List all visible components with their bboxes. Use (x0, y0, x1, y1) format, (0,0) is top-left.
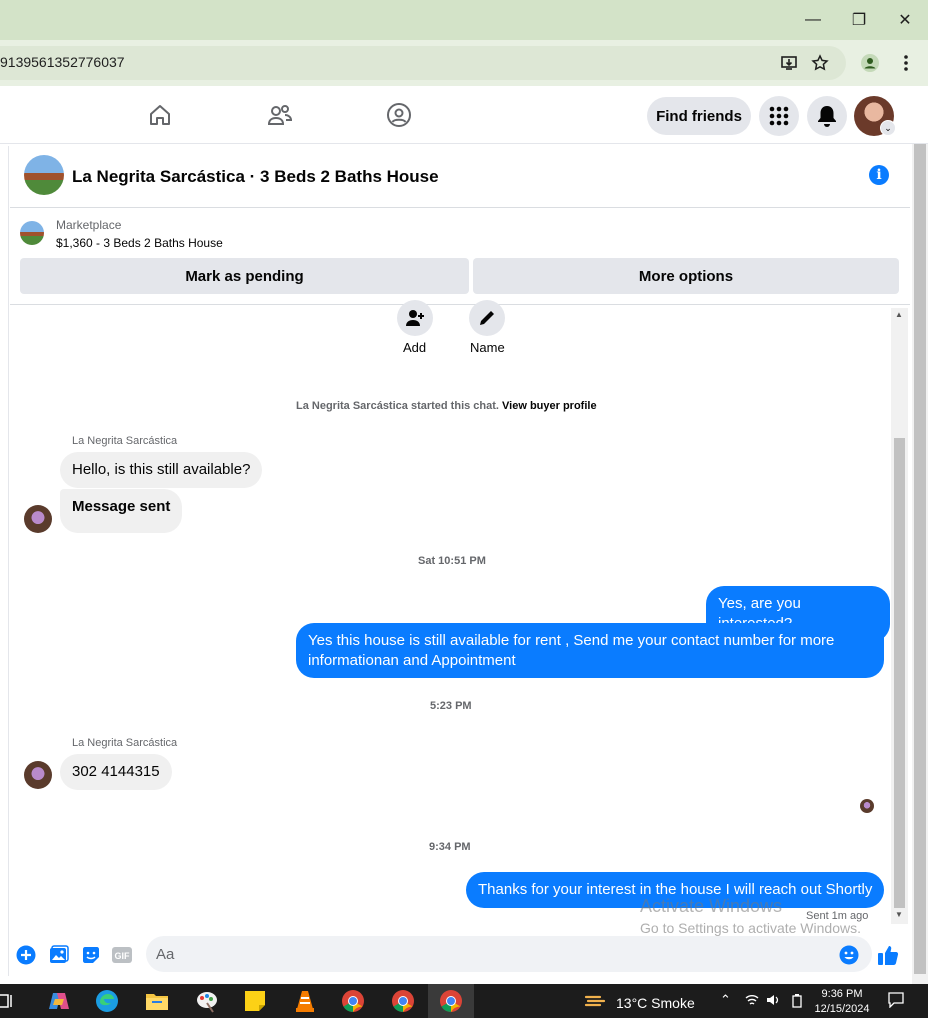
chrome-menu-icon[interactable] (893, 50, 919, 76)
weather-smoke-icon[interactable] (583, 988, 609, 1014)
copilot-icon[interactable] (46, 988, 72, 1014)
chat-title[interactable]: La Negrita Sarcástica · 3 Beds 2 Baths H… (72, 167, 439, 187)
windows-activation-watermark: Activate Windows (640, 896, 783, 916)
svg-text:GIF: GIF (115, 951, 131, 961)
browser-title-bar: — ❐ ✕ (0, 0, 928, 40)
file-explorer-icon[interactable] (144, 988, 170, 1014)
windows-taskbar: 13°C Smoke ⌃ 9:36 PM 12/15/2024 (0, 984, 928, 1018)
vlc-icon[interactable] (292, 988, 318, 1014)
chrome-profile-2-icon[interactable] (390, 988, 416, 1014)
add-label: Add (403, 340, 427, 355)
photo-attach-icon[interactable] (48, 944, 70, 966)
add-people-button[interactable] (397, 300, 433, 336)
close-window-button[interactable]: ✕ (890, 5, 920, 35)
timestamp: Sat 10:51 PM (418, 555, 486, 567)
clock-time: 9:36 PM (821, 988, 863, 1000)
notification-center-icon[interactable] (888, 992, 904, 1011)
sender-avatar[interactable] (24, 761, 52, 789)
message-scrollbar[interactable]: ▲ ▼ (891, 308, 908, 924)
browser-toolbar: 9139561352776037 (0, 40, 928, 86)
incoming-message[interactable]: 302 4144315 (60, 754, 172, 790)
thumbs-up-icon[interactable] (877, 944, 899, 966)
restore-button[interactable]: ❐ (844, 5, 874, 35)
restore-icon: ❐ (851, 12, 867, 29)
timestamp: 5:23 PM (430, 700, 472, 712)
marketplace-listing-strip: Marketplace $1,360 - 3 Beds 2 Baths Hous… (10, 209, 910, 305)
minimize-button[interactable]: — (798, 5, 828, 35)
edge-browser-icon[interactable] (94, 988, 120, 1014)
name-chat-button[interactable] (469, 300, 505, 336)
listing-small-thumbnail[interactable] (20, 221, 44, 245)
message-input[interactable] (146, 936, 872, 972)
groups-icon[interactable] (385, 101, 413, 129)
battery-icon[interactable] (791, 994, 803, 1011)
chevron-down-icon[interactable]: ⌄ (880, 120, 896, 136)
pencil-icon (480, 311, 494, 325)
message-scrollbar-thumb[interactable] (894, 438, 905, 908)
info-icon[interactable]: i (869, 165, 889, 185)
chrome-active-icon[interactable] (438, 988, 464, 1014)
sticky-notes-icon[interactable] (242, 988, 268, 1014)
grid-icon (769, 106, 789, 126)
clock-date: 12/15/2024 (814, 1003, 870, 1015)
bell-icon (818, 106, 836, 127)
chrome-icon[interactable] (340, 988, 366, 1014)
chrome-profile-icon[interactable] (857, 50, 883, 76)
wifi-icon[interactable] (745, 994, 759, 1009)
paint-icon[interactable] (194, 988, 220, 1014)
scroll-down-arrow-icon[interactable]: ▼ (895, 910, 903, 919)
sender-name: La Negrita Sarcástica (72, 737, 178, 749)
chat-header: La Negrita Sarcástica · 3 Beds 2 Baths H… (10, 146, 910, 208)
gif-icon[interactable]: GIF (111, 944, 133, 966)
emoji-icon[interactable] (838, 944, 860, 966)
page-scrollbar-thumb[interactable] (914, 144, 926, 974)
sticker-icon[interactable] (80, 944, 102, 966)
outgoing-message[interactable]: Yes this house is still available for re… (296, 623, 884, 678)
incoming-message[interactable]: Message sent (60, 489, 183, 533)
close-icon: ✕ (898, 12, 912, 29)
scroll-up-arrow-icon[interactable]: ▲ (895, 310, 903, 319)
chat-started-text: La Negrita Sarcástica started this chat. (296, 400, 499, 412)
marketplace-label: Marketplace (56, 218, 122, 232)
sender-name: La Negrita Sarcástica (72, 435, 178, 447)
left-panel-edge (0, 146, 9, 976)
sender-avatar[interactable] (24, 505, 52, 533)
home-icon[interactable] (146, 101, 174, 129)
notifications-button[interactable] (807, 96, 847, 136)
timestamp: 9:34 PM (429, 841, 471, 853)
system-clock[interactable]: 9:36 PM 12/15/2024 (810, 987, 874, 1017)
incoming-message[interactable]: Hello, is this still available? (60, 452, 263, 488)
mark-as-pending-button[interactable]: Mark as pending (20, 258, 469, 294)
url-text[interactable]: 9139561352776037 (0, 54, 125, 70)
more-options-button[interactable]: More options (473, 258, 899, 294)
listing-price-title[interactable]: $1,360 - 3 Beds 2 Baths House (56, 236, 223, 250)
minimize-icon: — (805, 11, 821, 28)
menu-grid-button[interactable] (759, 96, 799, 136)
name-label: Name (470, 340, 505, 355)
friends-icon[interactable] (266, 101, 294, 129)
read-receipt-avatar (860, 799, 874, 813)
address-bar[interactable]: 9139561352776037 (0, 46, 846, 80)
task-view-icon[interactable] (0, 988, 18, 1014)
volume-icon[interactable] (766, 994, 780, 1009)
install-app-icon[interactable] (776, 50, 802, 76)
more-actions-plus-icon[interactable] (15, 944, 37, 966)
message-thread[interactable]: Add Name La Negrita Sarcástica started t… (10, 300, 890, 926)
bookmark-star-icon[interactable] (807, 50, 833, 76)
add-person-icon (406, 310, 424, 326)
page-scrollbar[interactable] (912, 144, 928, 984)
chat-started-notice: La Negrita Sarcástica started this chat.… (296, 400, 597, 412)
message-composer: GIF (10, 932, 910, 980)
find-friends-button[interactable]: Find friends (647, 97, 751, 135)
view-buyer-profile-link[interactable]: View buyer profile (502, 400, 597, 412)
listing-thumbnail[interactable] (24, 155, 64, 195)
chevron-up-icon[interactable]: ⌃ (720, 992, 731, 1008)
weather-readout[interactable]: 13°C Smoke (616, 995, 695, 1011)
